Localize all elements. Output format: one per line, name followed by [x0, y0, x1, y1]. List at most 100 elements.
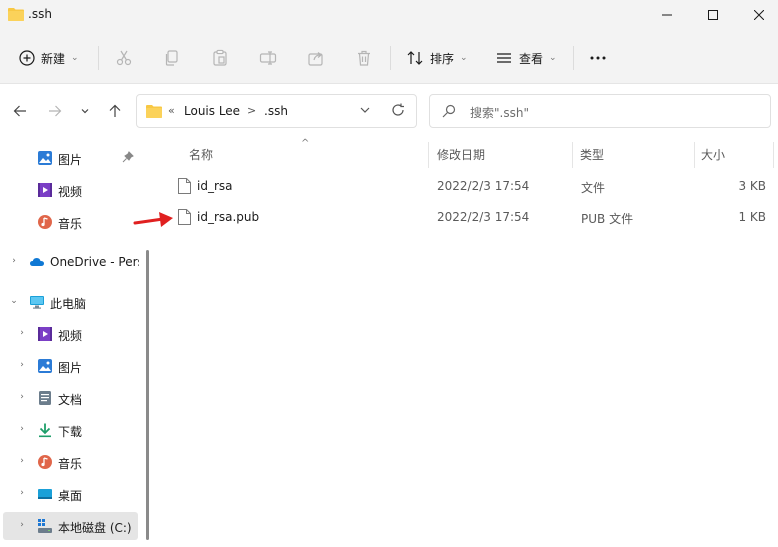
music-icon — [38, 455, 52, 469]
close-icon — [754, 10, 764, 20]
search-icon — [442, 104, 456, 118]
chevron-down-icon — [360, 107, 370, 113]
more-button[interactable] — [588, 44, 608, 72]
arrow-right-icon — [49, 105, 62, 117]
rename-icon — [259, 51, 277, 65]
sidebar-item-desktop[interactable]: › 桌面 — [0, 480, 140, 508]
sidebar-item-label: 文档 — [58, 393, 83, 407]
chevron-down-icon: ⌄ — [460, 53, 468, 63]
address-bar[interactable]: « Louis Lee > .ssh — [136, 94, 417, 128]
minimize-icon — [662, 14, 672, 16]
chevron-right-icon[interactable]: › — [16, 488, 28, 498]
chevron-right-icon[interactable]: › — [16, 456, 28, 466]
column-divider[interactable] — [572, 142, 573, 168]
sidebar-item-onedrive[interactable]: › OneDrive - Pers — [0, 248, 140, 276]
copy-button[interactable] — [163, 44, 181, 72]
chevron-right-icon[interactable]: › — [16, 392, 28, 402]
navigation-pane: 图片 视频 音乐 › OneDrive - Pers ⌄ 此电脑 › 视频 › … — [0, 138, 149, 547]
back-button[interactable] — [9, 100, 31, 122]
divider — [98, 46, 99, 70]
recent-locations-button[interactable] — [74, 100, 96, 122]
column-divider[interactable] — [694, 142, 695, 168]
chevron-right-icon[interactable]: › — [16, 424, 28, 434]
chevron-right-icon[interactable]: › — [16, 520, 28, 530]
breadcrumb-louis-lee[interactable]: Louis Lee — [184, 104, 240, 118]
new-button[interactable]: 新建 ⌄ — [19, 44, 79, 72]
view-button[interactable]: 查看 ⌄ — [495, 44, 557, 72]
sidebar-item-downloads[interactable]: › 下载 — [0, 416, 140, 444]
chevron-right-icon[interactable]: › — [16, 360, 28, 370]
file-size: 3 KB — [738, 179, 766, 193]
new-label: 新建 — [41, 51, 66, 66]
sidebar-item-pictures[interactable]: › 图片 — [0, 352, 140, 380]
chevron-right-icon[interactable]: › — [16, 328, 28, 338]
column-divider[interactable] — [428, 142, 429, 168]
forward-button[interactable] — [44, 100, 66, 122]
command-bar: 新建 ⌄ 排序 ⌄ 查看 ⌄ — [0, 30, 778, 84]
refresh-button[interactable] — [391, 103, 405, 120]
folder-icon — [8, 8, 24, 21]
sidebar-item-this-pc[interactable]: ⌄ 此电脑 — [0, 288, 140, 316]
address-overflow[interactable]: « — [168, 104, 175, 117]
sidebar-item-videos-quick[interactable]: 视频 — [0, 176, 140, 204]
sidebar-item-music[interactable]: › 音乐 — [0, 448, 140, 476]
file-modified: 2022/2/3 17:54 — [437, 179, 530, 193]
sort-button[interactable]: 排序 ⌄ — [406, 44, 468, 72]
sidebar-item-label: 视频 — [58, 185, 83, 199]
sidebar-item-label: 图片 — [58, 153, 83, 167]
arrow-up-icon — [109, 104, 121, 117]
share-button[interactable] — [307, 44, 325, 72]
download-icon — [39, 423, 51, 438]
videos-icon — [38, 327, 52, 341]
pictures-icon — [38, 359, 52, 373]
rename-button[interactable] — [259, 44, 277, 72]
chevron-down-icon[interactable]: ⌄ — [8, 296, 20, 306]
column-header-size[interactable]: 大小 — [701, 146, 725, 163]
cut-button[interactable] — [115, 44, 133, 72]
sidebar-item-documents[interactable]: › 文档 — [0, 384, 140, 412]
sidebar-item-music-quick[interactable]: 音乐 — [0, 208, 140, 236]
folder-icon — [146, 105, 162, 118]
column-header-modified[interactable]: 修改日期 — [437, 146, 485, 163]
minimize-button[interactable] — [644, 0, 690, 30]
chevron-right-icon[interactable]: › — [8, 256, 20, 266]
search-box[interactable]: 搜索".ssh" — [429, 94, 771, 128]
file-icon — [178, 209, 191, 225]
paste-icon — [213, 49, 227, 66]
sidebar-item-pictures-quick[interactable]: 图片 — [0, 144, 140, 172]
delete-icon — [358, 50, 370, 66]
column-header-type[interactable]: 类型 — [580, 146, 604, 163]
music-icon — [38, 215, 52, 229]
breadcrumb-ssh[interactable]: .ssh — [264, 104, 288, 118]
window-title: .ssh — [28, 7, 52, 21]
sidebar-item-label: 下载 — [58, 425, 83, 439]
sidebar-scrollbar[interactable] — [146, 250, 149, 540]
up-button[interactable] — [104, 100, 126, 122]
sidebar-item-label: 桌面 — [58, 489, 83, 503]
column-header-name[interactable]: 名称 — [189, 146, 213, 163]
pin-icon[interactable] — [122, 151, 134, 163]
column-divider[interactable] — [773, 142, 774, 168]
address-dropdown[interactable] — [359, 104, 371, 119]
maximize-button[interactable] — [690, 0, 736, 30]
chevron-down-icon: ⌄ — [71, 53, 79, 63]
sidebar-item-videos[interactable]: › 视频 — [0, 320, 140, 348]
drive-icon — [38, 519, 52, 533]
breadcrumb-separator[interactable]: > — [247, 104, 256, 117]
copy-icon — [165, 50, 178, 66]
close-button[interactable] — [736, 0, 778, 30]
file-size: 1 KB — [738, 210, 766, 224]
file-modified: 2022/2/3 17:54 — [437, 210, 530, 224]
plus-circle-icon — [19, 50, 35, 66]
file-row-id-rsa-pub[interactable]: id_rsa.pub 2022/2/3 17:54 PUB 文件 1 KB — [168, 202, 778, 232]
sidebar-item-label: 音乐 — [58, 457, 83, 471]
delete-button[interactable] — [355, 44, 373, 72]
search-input[interactable]: 搜索".ssh" — [470, 104, 529, 121]
sort-ascending-icon: ^ — [301, 138, 310, 149]
sidebar-item-label: 此电脑 — [50, 297, 87, 311]
divider — [390, 46, 391, 70]
file-row-id-rsa[interactable]: id_rsa 2022/2/3 17:54 文件 3 KB — [168, 171, 778, 201]
paste-button[interactable] — [211, 44, 229, 72]
cloud-icon — [30, 258, 44, 266]
sidebar-item-local-disk-c[interactable]: › 本地磁盘 (C:) — [3, 512, 138, 540]
